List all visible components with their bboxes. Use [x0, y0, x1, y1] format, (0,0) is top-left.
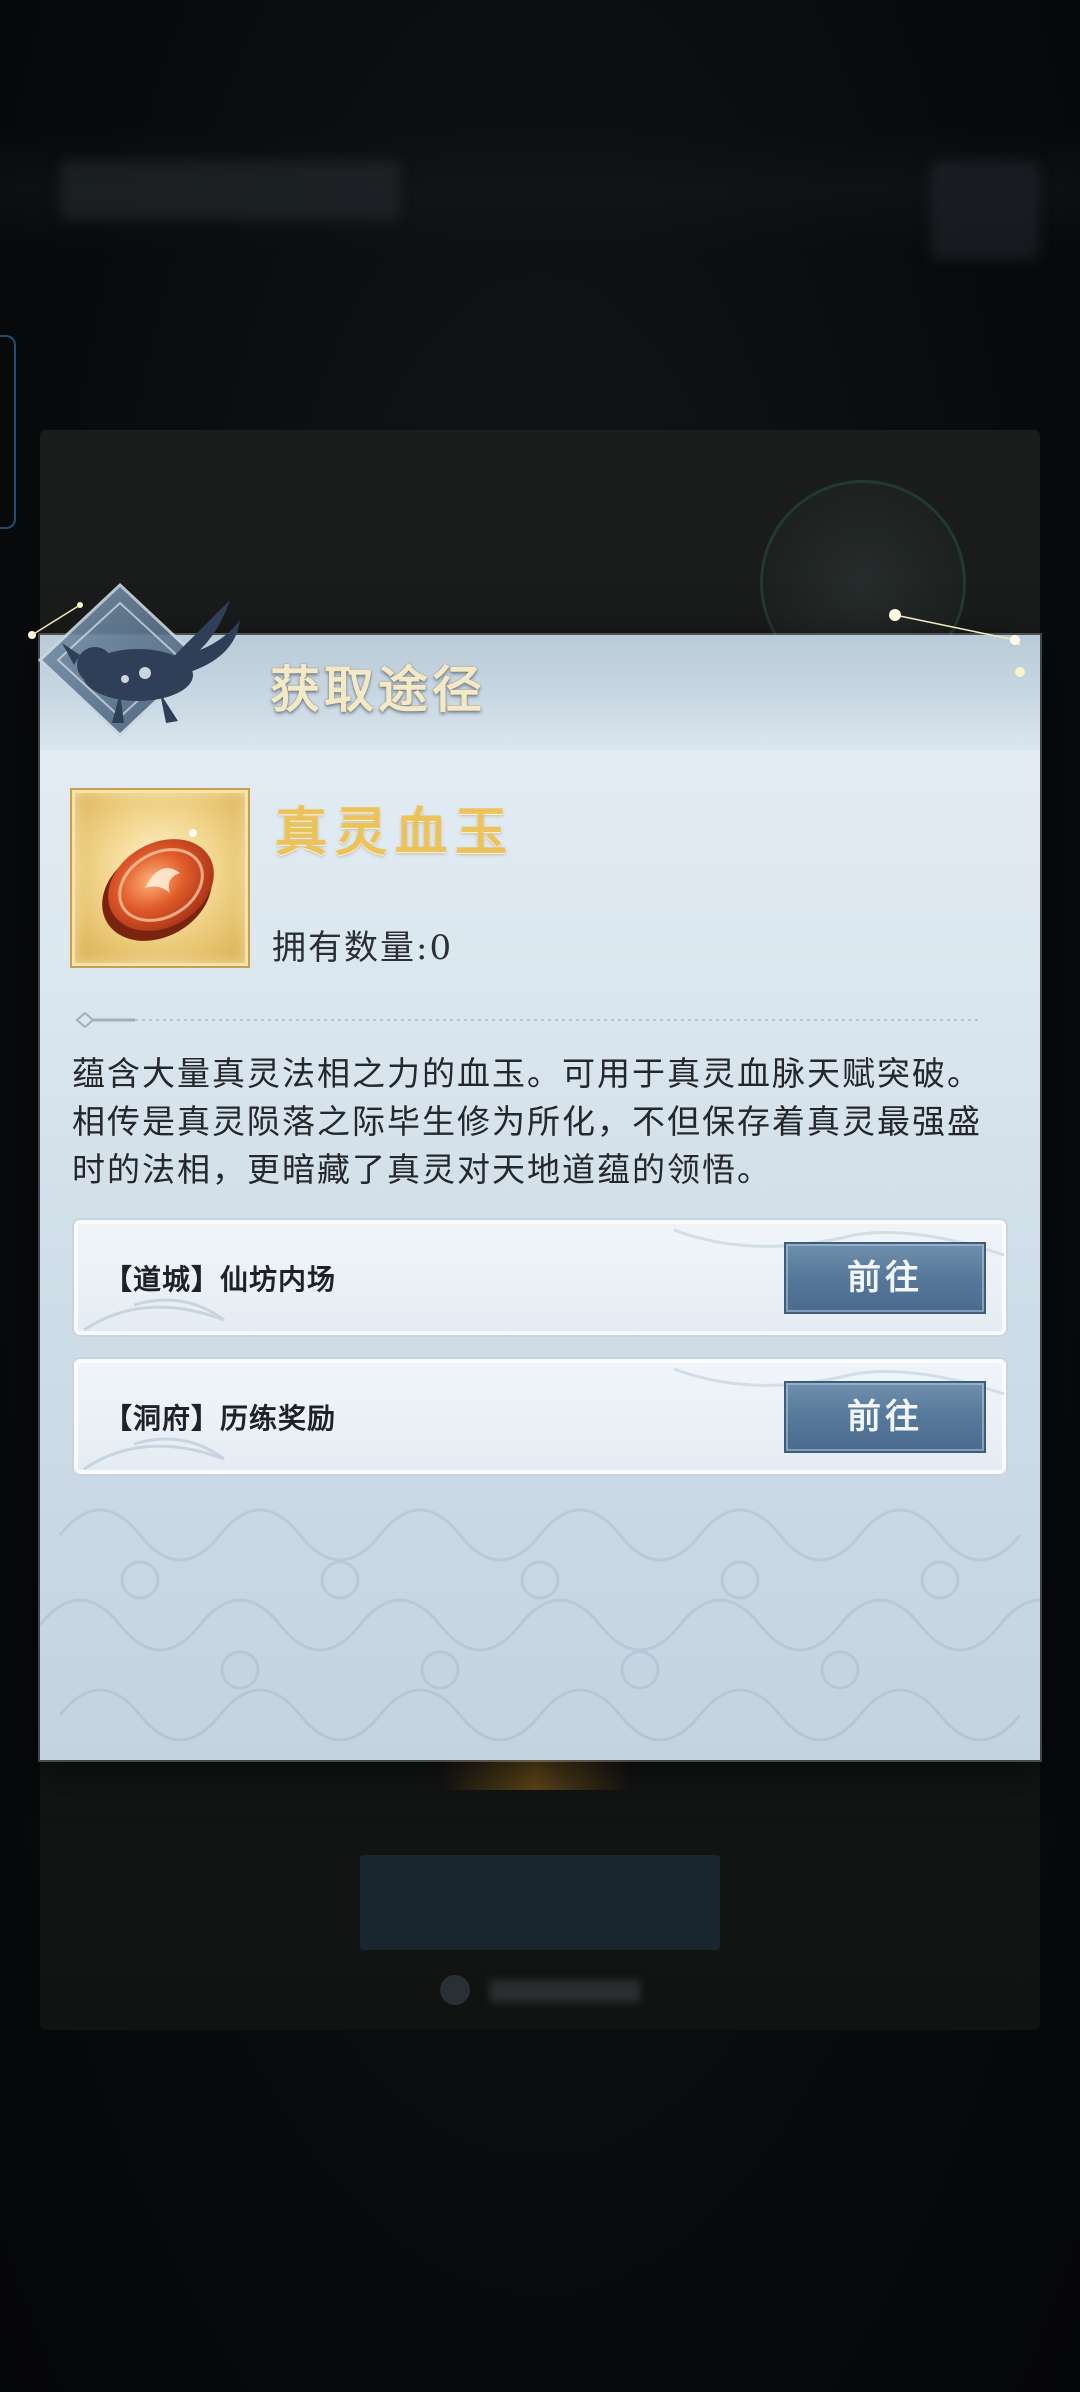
owned-label: 拥有数量: — [272, 928, 430, 968]
owned-count: 0 — [429, 928, 454, 968]
blood-jade-icon — [102, 829, 214, 941]
dialog-title: 获取途径 — [270, 660, 486, 719]
background-gold-strip — [440, 1760, 630, 1790]
item-description: 蕴含大量真灵法相之力的血玉。可用于真灵血脉天赋突破。相传是真灵陨落之际毕生修为所… — [72, 1054, 982, 1189]
creature-emblem-icon — [28, 582, 240, 738]
background-side-tab — [0, 335, 16, 529]
cloud-pattern-decoration — [40, 1508, 1040, 1742]
background-checkbox — [440, 1975, 470, 2005]
screen: 获取途径 真灵血玉 拥有数量:0 蕴含大量真灵法相之力的血玉。可用于真灵血脉天赋… — [0, 0, 1080, 2392]
source-label: 【道城】仙坊内场 — [104, 1263, 337, 1296]
goto-button[interactable]: 前往 — [784, 1381, 986, 1453]
background-title-blur — [60, 160, 400, 220]
goto-button[interactable]: 前往 — [784, 1242, 986, 1314]
background-button — [360, 1855, 720, 1950]
source-label: 【洞府】历练奖励 — [104, 1402, 337, 1435]
source-row: 【洞府】历练奖励 前往 — [72, 1357, 1008, 1476]
item-name: 真灵血玉 — [275, 802, 516, 863]
background-checkbox-label — [490, 1980, 640, 2002]
background-corner-button — [930, 160, 1040, 260]
sparkle-decoration — [889, 609, 1025, 677]
owned-quantity: 拥有数量:0 — [272, 920, 453, 969]
source-row: 【道城】仙坊内场 前往 — [72, 1218, 1008, 1337]
section-divider — [75, 1012, 980, 1028]
item-icon-frame — [72, 790, 248, 966]
